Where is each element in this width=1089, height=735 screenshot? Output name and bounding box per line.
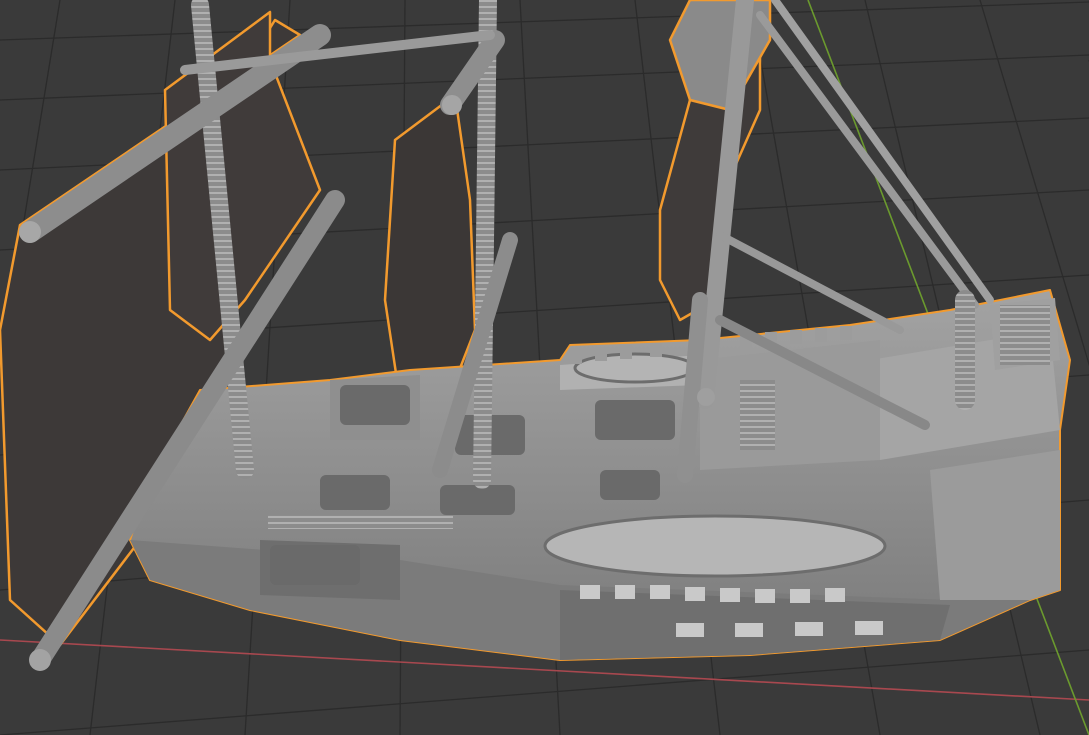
ship-model[interactable] <box>0 0 1071 671</box>
jib-stay <box>716 231 904 334</box>
mizzen-rigging <box>756 11 979 309</box>
stern-deck-oval <box>543 514 887 578</box>
forecastle-deck-oval <box>573 352 697 384</box>
3d-viewport[interactable] <box>0 0 1089 735</box>
mizzen-rigging-2 <box>771 0 994 304</box>
viewport-scene[interactable] <box>0 0 1089 735</box>
